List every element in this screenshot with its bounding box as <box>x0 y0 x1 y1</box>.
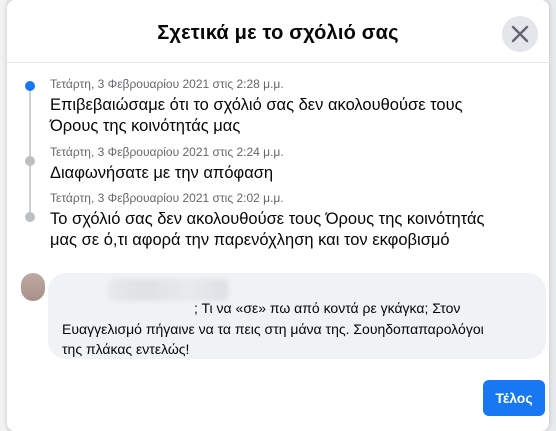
comment-bubble: ; Τι να «σε» πω από κοντά ρε γκάγκα; Στο… <box>48 273 546 359</box>
comment-line: Ευαγγελισμό πήγαινε να τα πεις στη μάνα … <box>62 321 484 337</box>
timeline-dot <box>25 156 35 166</box>
timeline-text-line: μας σε ό,τι αφορά την παρενόχληση και το… <box>50 231 450 249</box>
comment-line: της πλάκας εντελώς! <box>62 341 190 357</box>
dialog-header: Σχετικά με το σχόλιό σας <box>7 0 549 63</box>
avatar <box>21 273 45 301</box>
timeline-date: Τετάρτη, 3 Φεβρουαρίου 2021 στις 2:24 μ.… <box>50 145 284 159</box>
close-icon <box>511 25 529 43</box>
comment-status-dialog: Σχετικά με το σχόλιό σας Τετάρτη, 3 Φεβρ… <box>7 0 549 431</box>
timeline-text-line: Επιβεβαιώσαμε ότι το σχόλιό σας δεν ακολ… <box>50 96 463 114</box>
timeline-text-line: Διαφωνήσατε με την απόφαση <box>50 164 274 182</box>
page-backdrop <box>0 0 7 431</box>
dialog-title: Σχετικά με το σχόλιό σας <box>157 22 399 44</box>
timeline-text-line: Το σχόλιό σας δεν ακολουθούσε τους Όρους… <box>50 210 485 228</box>
timeline-connector <box>29 87 31 222</box>
timeline-text-line: Όρους της κοινότητάς μας <box>50 117 241 135</box>
timeline-text: Επιβεβαιώσαμε ότι το σχόλιό σας δεν ακολ… <box>50 95 530 137</box>
timeline-date: Τετάρτη, 3 Φεβρουαρίου 2021 στις 2:28 μ.… <box>50 77 284 91</box>
timeline-dot-current <box>25 81 35 91</box>
done-button[interactable]: Τέλος <box>483 380 545 416</box>
comment-line: ; Τι να «σε» πω από κοντά ρε γκάγκα; Στο… <box>194 300 461 316</box>
timeline-text: Το σχόλιό σας δεν ακολουθούσε τους Όρους… <box>50 209 530 251</box>
comment-preview: ; Τι να «σε» πω από κοντά ρε γκάγκα; Στο… <box>15 270 546 362</box>
timeline-text: Διαφωνήσατε με την απόφαση <box>50 163 530 184</box>
close-button[interactable] <box>502 16 538 52</box>
timeline-dot <box>25 212 35 222</box>
timeline-date: Τετάρτη, 3 Φεβρουαρίου 2021 στις 2:02 μ.… <box>50 191 284 205</box>
